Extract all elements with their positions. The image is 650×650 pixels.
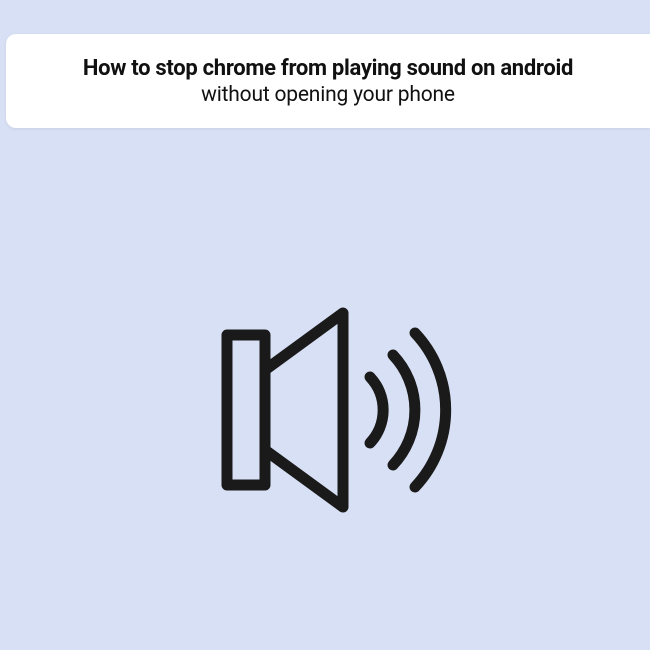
header-card: How to stop chrome from playing sound on… [6,34,650,128]
article-title: How to stop chrome from playing sound on… [83,56,573,81]
article-subtitle: without opening your phone [201,83,455,107]
speaker-icon [175,255,485,565]
hero-icon-area [0,180,650,650]
